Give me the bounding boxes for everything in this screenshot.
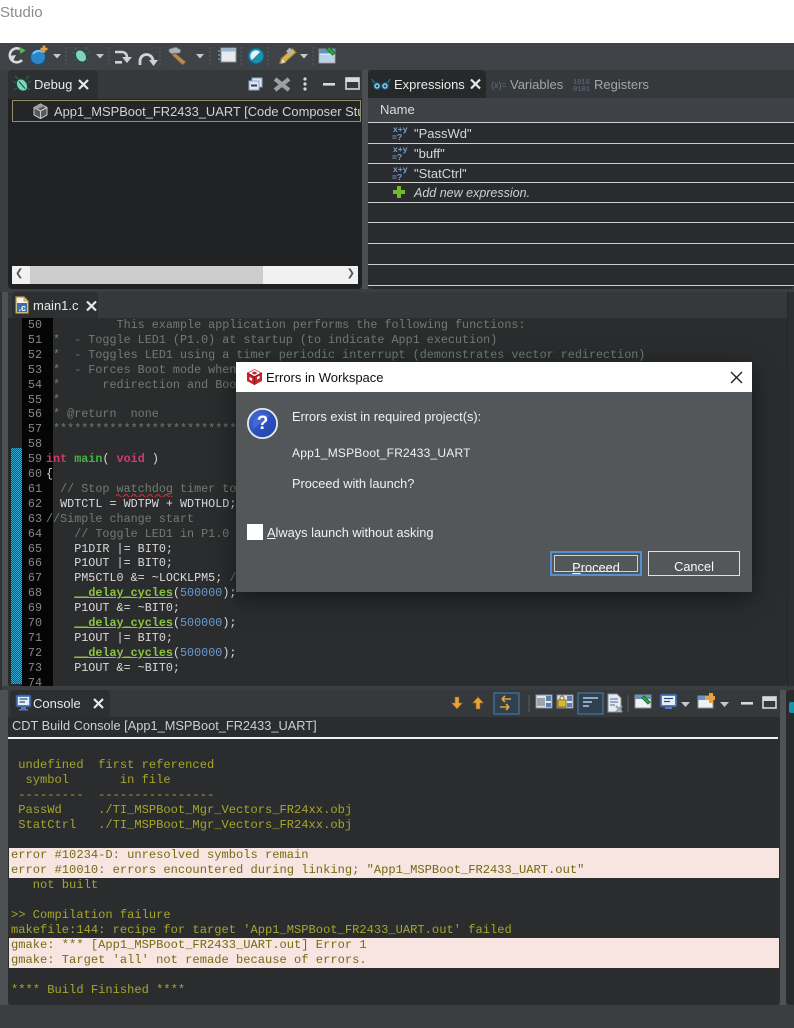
svg-text:Console: Console [33, 696, 81, 711]
svg-text:=?: =? [392, 152, 402, 162]
svg-text:Variables: Variables [510, 77, 564, 92]
svg-text:Debug: Debug [34, 77, 72, 92]
svg-text:0101: 0101 [573, 86, 590, 94]
svg-text:(x)=: (x)= [491, 80, 507, 90]
svg-text:=?: =? [392, 132, 402, 142]
svg-text:?: ? [257, 413, 269, 434]
svg-text:.c: .c [19, 303, 27, 313]
svg-text:Registers: Registers [594, 77, 649, 92]
svg-text:Expressions: Expressions [394, 77, 465, 92]
svg-text:=?: =? [392, 172, 402, 182]
svg-text:main1.c: main1.c [33, 298, 79, 313]
